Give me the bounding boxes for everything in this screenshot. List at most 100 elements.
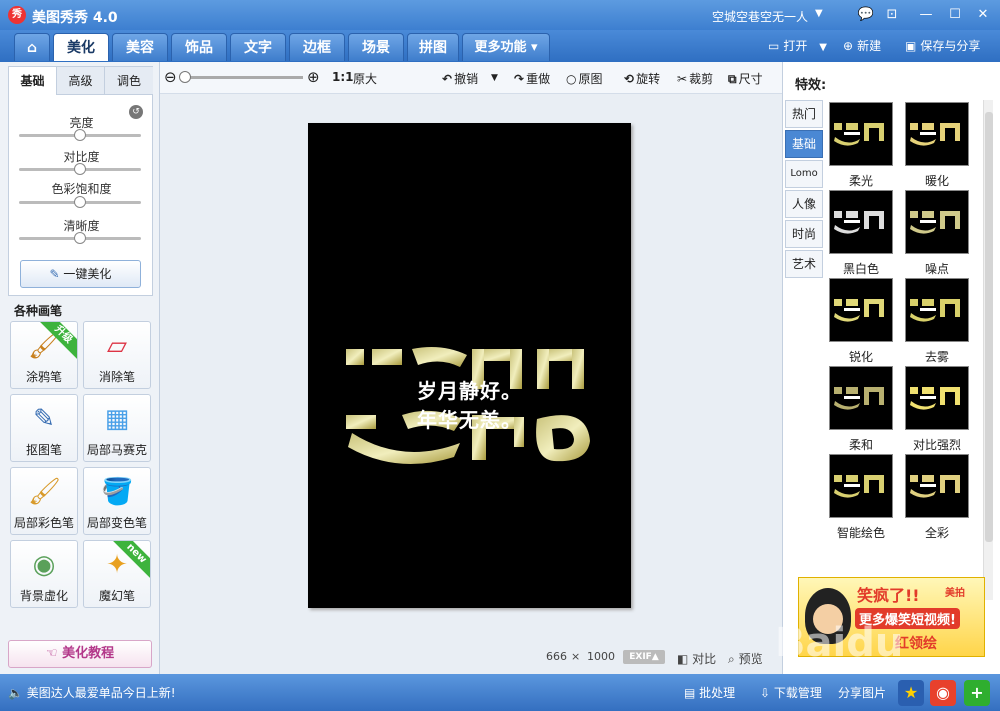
saturation-slider[interactable] xyxy=(19,196,141,208)
tab-collage[interactable]: 拼图 xyxy=(407,33,459,61)
minimize-button[interactable]: — xyxy=(915,6,937,24)
download-manager-button[interactable]: ⇩ 下载管理 xyxy=(760,684,822,701)
effect-preview-art xyxy=(910,211,960,234)
batch-button[interactable]: ▤ 批处理 xyxy=(684,684,735,701)
effect-label: 智能绘色 xyxy=(836,526,885,540)
edited-photo[interactable]: 岁月静好。 年华无恙。 xyxy=(308,123,631,608)
effect-thumb-black-white[interactable] xyxy=(829,190,893,254)
effect-label: 暖化 xyxy=(924,174,949,188)
preview-button[interactable]: ⌕ 预览 xyxy=(728,650,763,667)
effect-thumb-noise[interactable] xyxy=(905,190,969,254)
resize-button[interactable]: ⧉ 尺寸 xyxy=(728,70,763,87)
news-ticker[interactable]: 🔈 美图达人最爱单品今日上新! xyxy=(8,684,176,701)
sharpness-slider[interactable] xyxy=(19,232,141,244)
beautify-tutorial-button[interactable]: ☜ 美化教程 xyxy=(8,640,152,668)
effect-thumb-warm[interactable] xyxy=(905,102,969,166)
adjust-panel: 基础 高级 调色 ↺ 亮度 对比度 色彩饱和度 清晰度 ✎ 一键美化 xyxy=(8,66,153,296)
slider-knob[interactable] xyxy=(74,232,86,244)
feedback-icon[interactable]: 💬 xyxy=(855,6,877,24)
new-button[interactable]: ⊕ 新建 xyxy=(843,37,881,54)
fx-tab-basic[interactable]: 基础 xyxy=(785,130,823,158)
effect-preview-art xyxy=(834,299,884,322)
brush-background-blur[interactable]: ◉ 背景虚化 xyxy=(10,540,78,608)
add-plus-icon[interactable]: + xyxy=(964,680,990,706)
fx-tab-art[interactable]: 艺术 xyxy=(785,250,823,278)
undo-history-caret-icon[interactable]: ▼ xyxy=(491,73,498,83)
user-menu-caret-icon[interactable]: ▼ xyxy=(815,8,823,19)
photo-text-line-2: 年华无恙。 xyxy=(417,408,522,432)
tab-frame[interactable]: 边框 xyxy=(289,33,345,61)
circle-icon: ○ xyxy=(566,72,577,86)
original-size-button[interactable]: 原大 xyxy=(353,70,377,87)
effect-label: 去雾 xyxy=(924,350,949,364)
brush-magic[interactable]: ✦ new 魔幻笔 xyxy=(83,540,151,608)
crop-button[interactable]: ✂ 裁剪 xyxy=(677,70,713,87)
skin-icon[interactable]: ⊡ xyxy=(881,6,903,24)
exif-button[interactable]: EXIF▲ xyxy=(623,650,665,664)
maximize-button[interactable]: ☐ xyxy=(944,6,966,24)
compare-icon: ◧ xyxy=(677,652,689,666)
brightness-slider[interactable] xyxy=(19,129,141,141)
user-name[interactable]: 空城空巷空无一人 xyxy=(712,8,808,25)
rotate-button[interactable]: ⟲ 旋转 xyxy=(624,70,660,87)
tab-accessories[interactable]: 饰品 xyxy=(171,33,227,61)
effect-thumb-full-color[interactable] xyxy=(905,454,969,518)
tab-more-features[interactable]: 更多功能 ▾ xyxy=(462,33,550,61)
redo-button[interactable]: ↷ 重做 xyxy=(514,70,550,87)
scroll-thumb[interactable] xyxy=(985,112,993,542)
effect-thumb-high-contrast[interactable] xyxy=(905,366,969,430)
fx-tab-portrait[interactable]: 人像 xyxy=(785,190,823,218)
one-key-beautify-button[interactable]: ✎ 一键美化 xyxy=(20,260,141,288)
effect-label: 全彩 xyxy=(924,526,949,540)
close-button[interactable]: ✕ xyxy=(972,6,994,24)
actual-ratio-button[interactable]: 1:1 xyxy=(332,70,354,84)
zoom-slider[interactable] xyxy=(179,71,303,83)
share-image-button[interactable]: 分享图片 xyxy=(838,684,886,701)
effects-scrollbar[interactable] xyxy=(983,100,993,600)
effect-thumb-gentle[interactable] xyxy=(829,366,893,430)
effect-thumb-smart-color[interactable] xyxy=(829,454,893,518)
saturation-label: 色彩饱和度 xyxy=(51,182,112,196)
color-brush-icon: 🖌 xyxy=(28,477,62,507)
slider-knob[interactable] xyxy=(74,129,86,141)
slider-knob[interactable] xyxy=(74,196,86,208)
brush-doodle[interactable]: 🖌 升级 涂鸦笔 xyxy=(10,321,78,389)
fx-tab-hot[interactable]: 热门 xyxy=(785,100,823,128)
tab-scene[interactable]: 场景 xyxy=(348,33,404,61)
tab-beauty[interactable]: 美容 xyxy=(112,33,168,61)
brush-cutout[interactable]: ✎ 抠图笔 xyxy=(10,394,78,462)
tab-home[interactable]: ⌂ xyxy=(14,33,50,61)
brush-local-color[interactable]: 🖌 局部彩色笔 xyxy=(10,467,78,535)
save-share-button[interactable]: ▣ 保存与分享 xyxy=(905,37,980,54)
slider-knob[interactable] xyxy=(74,163,86,175)
open-caret-icon[interactable]: ▼ xyxy=(819,42,827,53)
open-button[interactable]: ▭ 打开 ▼ xyxy=(768,37,827,54)
tab-text[interactable]: 文字 xyxy=(230,33,286,61)
fx-tab-fashion[interactable]: 时尚 xyxy=(785,220,823,248)
zoom-knob[interactable] xyxy=(179,71,191,83)
brush-mosaic[interactable]: ▦ 局部马赛克 xyxy=(83,394,151,462)
original-image-button[interactable]: ○ 原图 xyxy=(566,70,603,87)
photo-text-line-1: 岁月静好。 xyxy=(417,379,522,403)
subtab-advanced[interactable]: 高级 xyxy=(57,67,105,95)
star-icon[interactable]: ★ xyxy=(898,680,924,706)
tab-beautify[interactable]: 美化 xyxy=(53,33,109,61)
fx-tab-lomo[interactable]: Lomo xyxy=(785,160,823,188)
hand-icon: ☜ xyxy=(45,646,63,661)
canvas-area[interactable]: 岁月静好。 年华无恙。 666 × 1000 EXIF▲ ◧ 对比 ⌕ 预览 xyxy=(160,94,782,674)
subtab-color[interactable]: 调色 xyxy=(105,67,153,95)
effect-preview-art xyxy=(834,211,884,234)
effect-thumb-soft-light[interactable] xyxy=(829,102,893,166)
effect-thumb-dehaze[interactable] xyxy=(905,278,969,342)
compare-button[interactable]: ◧ 对比 xyxy=(677,650,716,667)
zoom-in-icon[interactable]: ⊕ xyxy=(307,68,320,86)
zoom-out-icon[interactable]: ⊖ xyxy=(164,68,177,86)
contrast-slider[interactable] xyxy=(19,163,141,175)
brush-eraser[interactable]: ▱ 消除笔 xyxy=(83,321,151,389)
undo-button[interactable]: ↶ 撤销 xyxy=(442,70,478,87)
brush-local-recolor[interactable]: 🪣 局部变色笔 xyxy=(83,467,151,535)
app-logo-icon: 秀 xyxy=(8,6,26,24)
effect-thumb-sharpen[interactable] xyxy=(829,278,893,342)
weibo-icon[interactable]: ◉ xyxy=(930,680,956,706)
subtab-basic[interactable]: 基础 xyxy=(9,67,57,95)
